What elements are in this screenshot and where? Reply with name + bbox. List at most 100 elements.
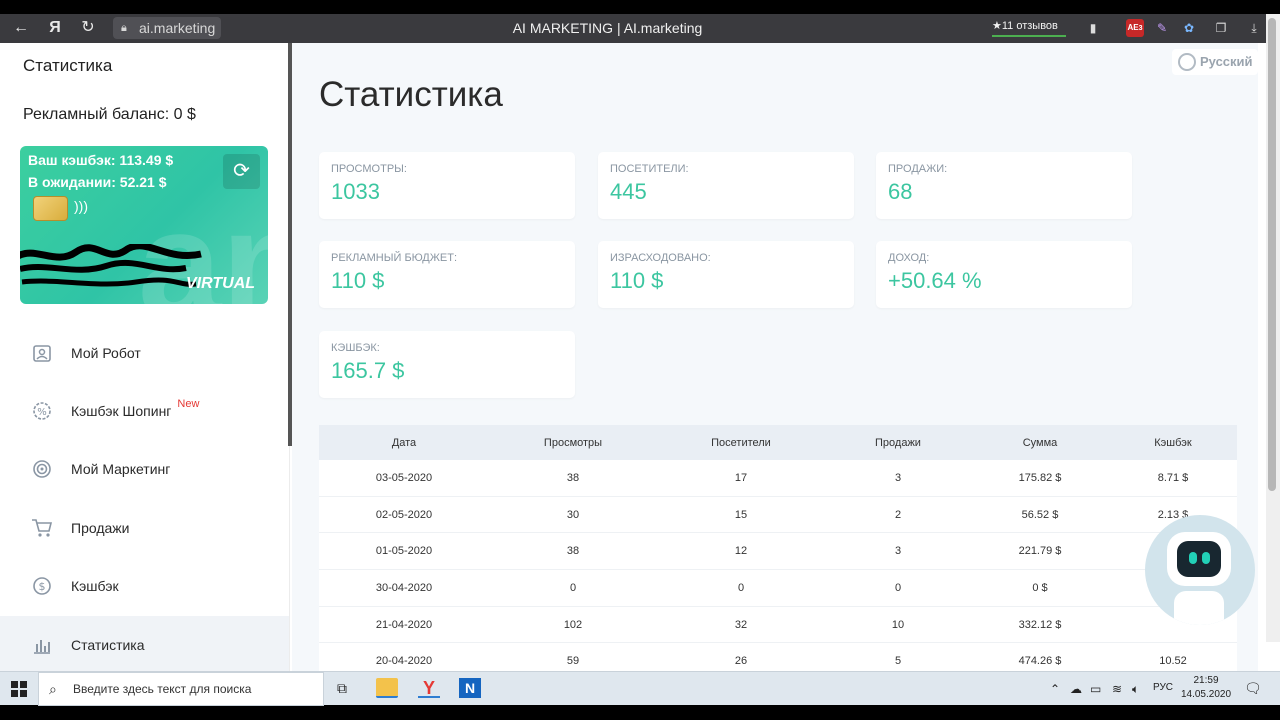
download-icon[interactable]: ⤓: [1245, 19, 1263, 37]
sidebar-item-my-marketing[interactable]: Мой Маркетинг: [0, 440, 289, 498]
cell-cashback: 8.71 $: [1157, 471, 1189, 484]
cell-visitors: 12: [734, 545, 748, 558]
cloud-icon[interactable]: ☁: [1070, 682, 1082, 696]
app-viewport: Статистика Рекламный баланс: 0 $ am Ваш …: [0, 43, 1280, 671]
sidebar-item-label: Статистика: [71, 637, 145, 653]
page-scrollbar-thumb[interactable]: [1268, 18, 1276, 491]
stat-card-income: Доход: +50.64 %: [876, 241, 1132, 308]
clock-date: 14.05.2020: [1180, 689, 1232, 700]
collections-icon[interactable]: ❐: [1212, 19, 1230, 37]
chip-icon: [33, 196, 68, 221]
cell-sales: 3: [894, 545, 902, 558]
stat-card-views: Просмотры: 1033: [319, 152, 575, 219]
page-title: Статистика: [319, 75, 503, 114]
refresh-icon[interactable]: ⟳: [223, 154, 260, 189]
language-selector[interactable]: Русский: [1172, 49, 1258, 75]
column-header[interactable]: Кэшбэк: [1109, 437, 1237, 449]
sidebar-title: Статистика: [23, 56, 113, 75]
column-header[interactable]: Сумма: [971, 437, 1109, 449]
taskbar-search[interactable]: ⌕ Введите здесь текст для поиска: [38, 672, 324, 706]
stat-card-visitors: Посетители: 445: [598, 152, 854, 219]
column-header[interactable]: Продажи: [825, 437, 971, 449]
stat-value: 68: [888, 179, 913, 204]
cell-visitors: 26: [734, 655, 748, 668]
chat-robot-widget[interactable]: [1145, 515, 1255, 625]
sidebar-item-label: Мой Маркетинг: [71, 461, 171, 477]
file-explorer-icon[interactable]: [376, 678, 398, 698]
reload-icon[interactable]: ↻: [77, 18, 99, 38]
cell-views: 38: [566, 545, 580, 558]
cell-sales: 2: [894, 508, 902, 521]
volume-icon[interactable]: 🔈︎: [1132, 682, 1139, 697]
yandex-icon[interactable]: Я: [44, 18, 66, 38]
dollar-circle-icon: $: [29, 573, 55, 599]
card-pending: В ожидании: 52.21 $: [28, 174, 167, 190]
feather-extension-icon[interactable]: ✎: [1153, 19, 1171, 37]
sidebar-item-cashback[interactable]: $ Кэшбэк: [0, 557, 289, 615]
column-header[interactable]: Посетители: [657, 437, 825, 449]
extension-badge: 3: [1138, 25, 1143, 32]
stat-label: Рекламный бюджет:: [331, 252, 458, 264]
wifi-icon[interactable]: ≋: [1112, 682, 1122, 696]
extension-gear-icon[interactable]: ✿: [1180, 19, 1198, 37]
table-row: 03-05-2020 38 17 3 175.82 $ 8.71 $: [319, 460, 1237, 497]
cell-views: 30: [566, 508, 580, 521]
stat-label: Просмотры:: [331, 163, 407, 175]
card-type: VIRTUAL: [186, 275, 256, 292]
lock-icon: 🔒︎: [121, 22, 127, 34]
language-label: Русский: [1200, 54, 1253, 69]
robot-face: [1177, 541, 1221, 577]
sidebar-item-cashback-shopping[interactable]: % Кэшбэк Шопинг New: [0, 382, 289, 440]
back-icon[interactable]: ←: [10, 18, 32, 38]
input-language[interactable]: РУС: [1153, 682, 1173, 693]
cell-sales: 10: [891, 618, 905, 631]
cell-sales: 3: [894, 471, 902, 484]
sidebar-item-sales[interactable]: Продажи: [0, 499, 289, 557]
reviews-button[interactable]: ★11 отзывов: [992, 17, 1066, 37]
address-bar[interactable]: 🔒︎ ai.marketing: [113, 17, 221, 39]
tray-chevron-icon[interactable]: ⌃: [1050, 682, 1060, 696]
percent-badge-icon: %: [29, 398, 55, 424]
notifications-icon[interactable]: 🗨︎: [1244, 680, 1262, 697]
robot-head: [1167, 532, 1231, 586]
cart-icon: [29, 515, 55, 541]
stat-card-ad-budget: Рекламный бюджет: 110 $: [319, 241, 575, 308]
robot-eye: [1189, 552, 1197, 564]
cell-views: 0: [569, 581, 577, 594]
system-clock[interactable]: 21:59 14.05.2020: [1180, 674, 1232, 702]
cell-sum: 0 $: [1032, 581, 1048, 594]
yandex-browser-icon[interactable]: Y: [418, 678, 440, 698]
sidebar-item-label: Кэшбэк: [71, 578, 119, 594]
stat-value: +50.64 %: [888, 268, 982, 293]
task-view-icon[interactable]: ⧉: [337, 680, 347, 697]
stat-label: Доход:: [888, 252, 930, 264]
cell-sum: 332.12 $: [1018, 618, 1062, 631]
cell-date: 21-04-2020: [375, 618, 433, 631]
sidebar-item-my-robot[interactable]: Мой Робот: [0, 324, 289, 382]
app-n-icon[interactable]: N: [459, 678, 481, 698]
cell-sum: 221.79 $: [1018, 545, 1062, 558]
cell-date: 02-05-2020: [375, 508, 433, 521]
sidebar-item-label: Мой Робот: [71, 345, 141, 361]
search-placeholder: Введите здесь текст для поиска: [73, 682, 252, 696]
ad-balance: Рекламный баланс: 0 $: [23, 106, 196, 123]
cell-date: 20-04-2020: [375, 655, 433, 668]
adblock-extension-icon[interactable]: AE3: [1126, 19, 1144, 37]
bookmark-icon[interactable]: ▮: [1084, 19, 1102, 37]
card-cashback: Ваш кэшбэк: 113.49 $: [28, 152, 174, 168]
browser-toolbar: AI MARKETING | AI.marketing ← Я ↻ 🔒︎ ai.…: [0, 14, 1280, 43]
battery-icon[interactable]: ▭: [1090, 682, 1101, 696]
cell-visitors: 0: [737, 581, 745, 594]
redacted-name-scribble: [20, 244, 202, 287]
column-header[interactable]: Дата: [319, 437, 489, 449]
sidebar-item-statistics[interactable]: Статистика: [0, 616, 289, 671]
clock-time: 21:59: [1193, 675, 1219, 686]
cell-visitors: 17: [734, 471, 748, 484]
stat-label: Кэшбэк:: [331, 342, 380, 354]
column-header[interactable]: Просмотры: [489, 437, 657, 449]
stat-value: 110 $: [610, 268, 664, 293]
cell-sum: 56.52 $: [1021, 508, 1059, 521]
cell-date: 01-05-2020: [375, 545, 433, 558]
windows-start-icon[interactable]: [11, 681, 27, 697]
cashback-card: am Ваш кэшбэк: 113.49 $ В ожидании: 52.2…: [20, 146, 268, 304]
